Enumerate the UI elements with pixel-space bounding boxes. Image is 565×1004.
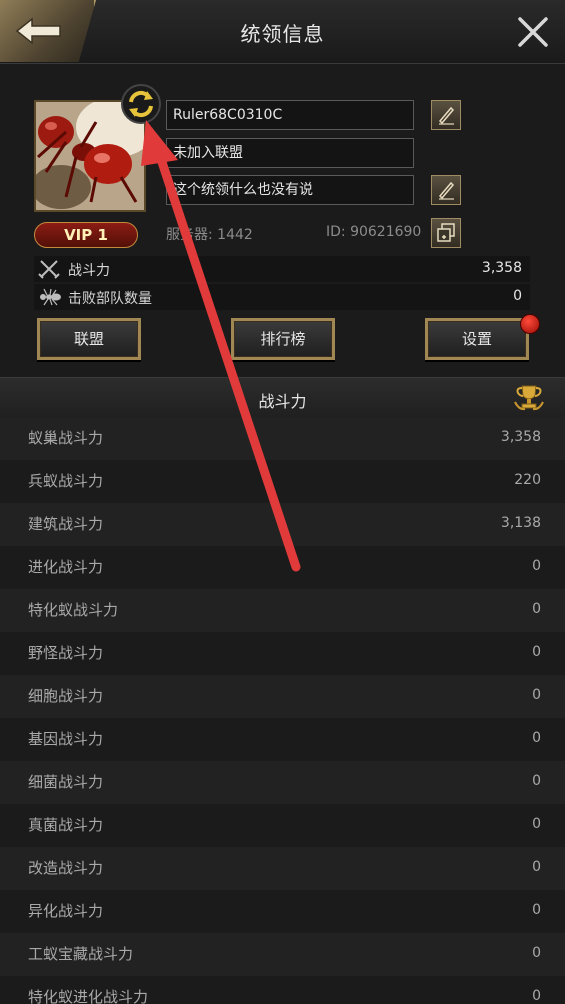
power-list: 蚁巢战斗力 3,358 兵蚁战斗力 220 建筑战斗力 3,138 进化战斗力 0 特化… <box>0 417 565 1004</box>
close-icon <box>518 17 548 47</box>
vip-badge[interactable]: VIP 1 <box>34 222 138 248</box>
list-item: 特化蚁战斗力 0 <box>0 589 565 632</box>
list-item: 进化战斗力 0 <box>0 546 565 589</box>
change-avatar-button[interactable] <box>121 84 161 124</box>
copy-icon <box>437 223 455 242</box>
list-item: 蚁巢战斗力 3,358 <box>0 417 565 460</box>
row-label: 特化蚁进化战斗力 <box>28 988 149 1004</box>
row-label: 细菌战斗力 <box>28 773 104 791</box>
notification-dot <box>520 314 540 334</box>
row-label: 蚁巢战斗力 <box>28 429 104 447</box>
copy-id-button[interactable] <box>431 218 461 248</box>
defeated-units-row: 击败部队数量 0 <box>34 284 530 310</box>
ranking-button[interactable]: 排行榜 <box>231 318 335 360</box>
server-label: 服务器: 1442 <box>166 227 253 243</box>
edit-signature-button[interactable] <box>431 175 461 205</box>
close-button[interactable] <box>517 16 549 48</box>
list-item: 改造战斗力 0 <box>0 847 565 890</box>
row-label: 工蚁宝藏战斗力 <box>28 945 134 963</box>
row-label: 建筑战斗力 <box>28 515 104 533</box>
pencil-icon <box>438 181 455 200</box>
row-label: 兵蚁战斗力 <box>28 472 104 490</box>
row-label: 基因战斗力 <box>28 730 104 748</box>
header-bar: 统领信息 <box>0 0 565 64</box>
row-value: 0 <box>532 773 541 789</box>
signature-field: 这个统领什么也没有说 <box>166 175 414 205</box>
crossed-swords-icon <box>38 260 60 279</box>
stat-value: 0 <box>513 288 522 304</box>
combat-power-row: 战斗力 3,358 <box>34 256 530 282</box>
stat-label: 击败部队数量 <box>68 291 152 307</box>
list-item: 异化战斗力 0 <box>0 890 565 933</box>
alliance-button[interactable]: 联盟 <box>37 318 141 360</box>
list-item: 真菌战斗力 0 <box>0 804 565 847</box>
row-value: 0 <box>532 730 541 746</box>
row-value: 0 <box>532 687 541 703</box>
row-value: 0 <box>532 601 541 617</box>
trophy-icon[interactable] <box>513 384 545 412</box>
list-item: 基因战斗力 0 <box>0 718 565 761</box>
row-label: 进化战斗力 <box>28 558 104 576</box>
page-title: 统领信息 <box>240 22 325 46</box>
list-item: 建筑战斗力 3,138 <box>0 503 565 546</box>
list-item: 野怪战斗力 0 <box>0 632 565 675</box>
row-value: 220 <box>514 472 541 488</box>
row-label: 特化蚁战斗力 <box>28 601 119 619</box>
row-value: 0 <box>532 988 541 1004</box>
alliance-field: 未加入联盟 <box>166 138 414 168</box>
row-label: 细胞战斗力 <box>28 687 104 705</box>
row-label: 改造战斗力 <box>28 859 104 877</box>
list-item: 特化蚁进化战斗力 0 <box>0 976 565 1004</box>
player-name-field: Ruler68C0310C <box>166 100 414 130</box>
refresh-icon <box>129 90 153 118</box>
row-value: 3,138 <box>500 515 541 531</box>
stat-value: 3,358 <box>481 260 522 276</box>
row-label: 野怪战斗力 <box>28 644 104 662</box>
ant-icon <box>40 288 61 306</box>
row-value: 0 <box>532 644 541 660</box>
list-item: 细菌战斗力 0 <box>0 761 565 804</box>
list-item: 细胞战斗力 0 <box>0 675 565 718</box>
section-title: 战斗力 <box>258 392 307 411</box>
pencil-icon <box>438 106 455 125</box>
row-value: 0 <box>532 558 541 574</box>
list-item: 兵蚁战斗力 220 <box>0 460 565 503</box>
settings-button[interactable]: 设置 <box>425 318 529 360</box>
row-value: 0 <box>532 816 541 832</box>
row-value: 0 <box>532 859 541 875</box>
row-value: 0 <box>532 902 541 918</box>
power-section-header: 战斗力 <box>0 377 565 417</box>
row-label: 真菌战斗力 <box>28 816 104 834</box>
edit-name-button[interactable] <box>431 100 461 130</box>
row-value: 3,358 <box>500 429 541 445</box>
stat-label: 战斗力 <box>68 263 110 279</box>
list-item: 工蚁宝藏战斗力 0 <box>0 933 565 976</box>
player-id-label: ID: 90621690 <box>326 224 422 240</box>
row-label: 异化战斗力 <box>28 902 104 920</box>
row-value: 0 <box>532 945 541 961</box>
